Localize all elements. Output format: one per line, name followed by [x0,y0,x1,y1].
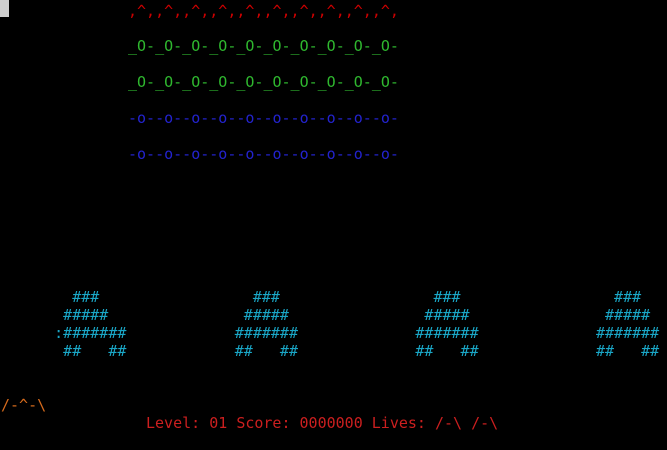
bunker-row-2: ##### ##### ##### ##### [9,306,651,324]
invader-row-4: -o--o--o--o--o--o--o--o--o--o- [128,109,399,127]
bunker-row-3: :####### ####### ####### ####### [9,324,660,342]
score-value: 0000000 [299,414,363,432]
invader-row-1: ,^,,^,,^,,^,,^,,^,,^,,^,,^,,^, [128,2,399,20]
bunker-row-1: ### ### ### ### [9,288,642,306]
bunker-row-4: ## ## ## ## ## ## ## ## [9,342,660,360]
game-screen: ,^,,^,,^,,^,,^,,^,,^,,^,,^,,^, _O-_O-_O-… [0,0,667,450]
invader-row-2: _O-_O-_O-_O-_O-_O-_O-_O-_O-_O- [128,37,399,55]
score-label: Score: [236,414,291,432]
player-ship: /-^-\ [1,396,47,414]
level-value: 01 [209,414,228,432]
lives-label: Lives: [371,414,426,432]
lives-icons: /-\ /-\ [435,414,499,432]
level-label: Level: [146,414,201,432]
invader-row-5: -o--o--o--o--o--o--o--o--o--o- [128,145,399,163]
terminal-cursor [0,0,9,17]
status-bar: Level: 01 Score: 0000000 Lives: /-\ /-\ [146,414,498,432]
invader-row-3: _O-_O-_O-_O-_O-_O-_O-_O-_O-_O- [128,73,399,91]
